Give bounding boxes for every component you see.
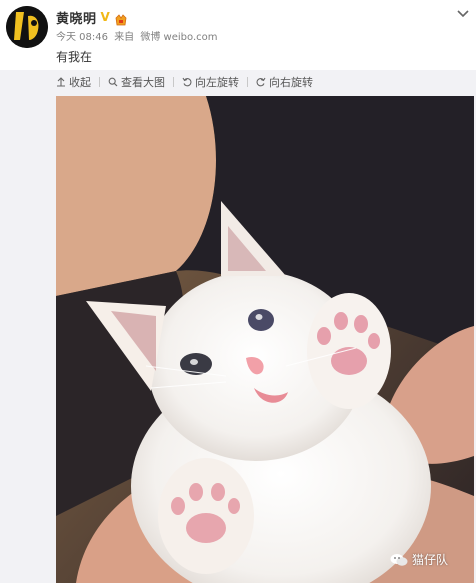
rotate-right-icon (256, 77, 266, 87)
search-icon (108, 77, 118, 87)
post-header: 黄晓明 V 今天 08:46 来自 微博 weibo.com 有我在 (0, 0, 476, 70)
chevron-down-icon[interactable] (456, 4, 470, 18)
name-row: 黄晓明 V (56, 8, 128, 27)
view-large-button[interactable]: 查看大图 (108, 74, 165, 90)
photo-watermark: 猫仔队 (390, 551, 448, 568)
collapse-label: 收起 (69, 76, 91, 89)
avatar[interactable] (6, 6, 48, 48)
image-toolbar: 收起 查看大图 向左旋转 向右旋转 (56, 74, 313, 90)
toolbar-divider (247, 77, 248, 87)
rotate-right-label: 向右旋转 (269, 76, 313, 89)
arrow-up-icon (57, 77, 65, 87)
rotate-left-icon (182, 77, 192, 87)
rotate-right-button[interactable]: 向右旋转 (256, 74, 313, 90)
member-badge-icon (114, 11, 128, 26)
watermark-text: 猫仔队 (412, 553, 449, 567)
toolbar-divider (99, 77, 100, 87)
wechat-icon (390, 553, 408, 566)
post-text: 有我在 (56, 50, 93, 64)
verified-icon: V (100, 10, 110, 24)
post-meta: 今天 08:46 来自 微博 weibo.com (56, 28, 221, 43)
username[interactable]: 黄晓明 (56, 8, 97, 27)
kitten-photo (56, 96, 474, 583)
collapse-button[interactable]: 收起 (56, 74, 91, 90)
post-time[interactable]: 今天 08:46 (56, 32, 108, 43)
source-prefix: 来自 (114, 32, 135, 43)
post-source[interactable]: 微博 weibo.com (140, 32, 217, 43)
rotate-left-label: 向左旋转 (195, 76, 239, 89)
view-large-label: 查看大图 (121, 76, 165, 89)
post-photo[interactable] (56, 96, 474, 583)
toolbar-divider (173, 77, 174, 87)
rotate-left-button[interactable]: 向左旋转 (182, 74, 239, 90)
